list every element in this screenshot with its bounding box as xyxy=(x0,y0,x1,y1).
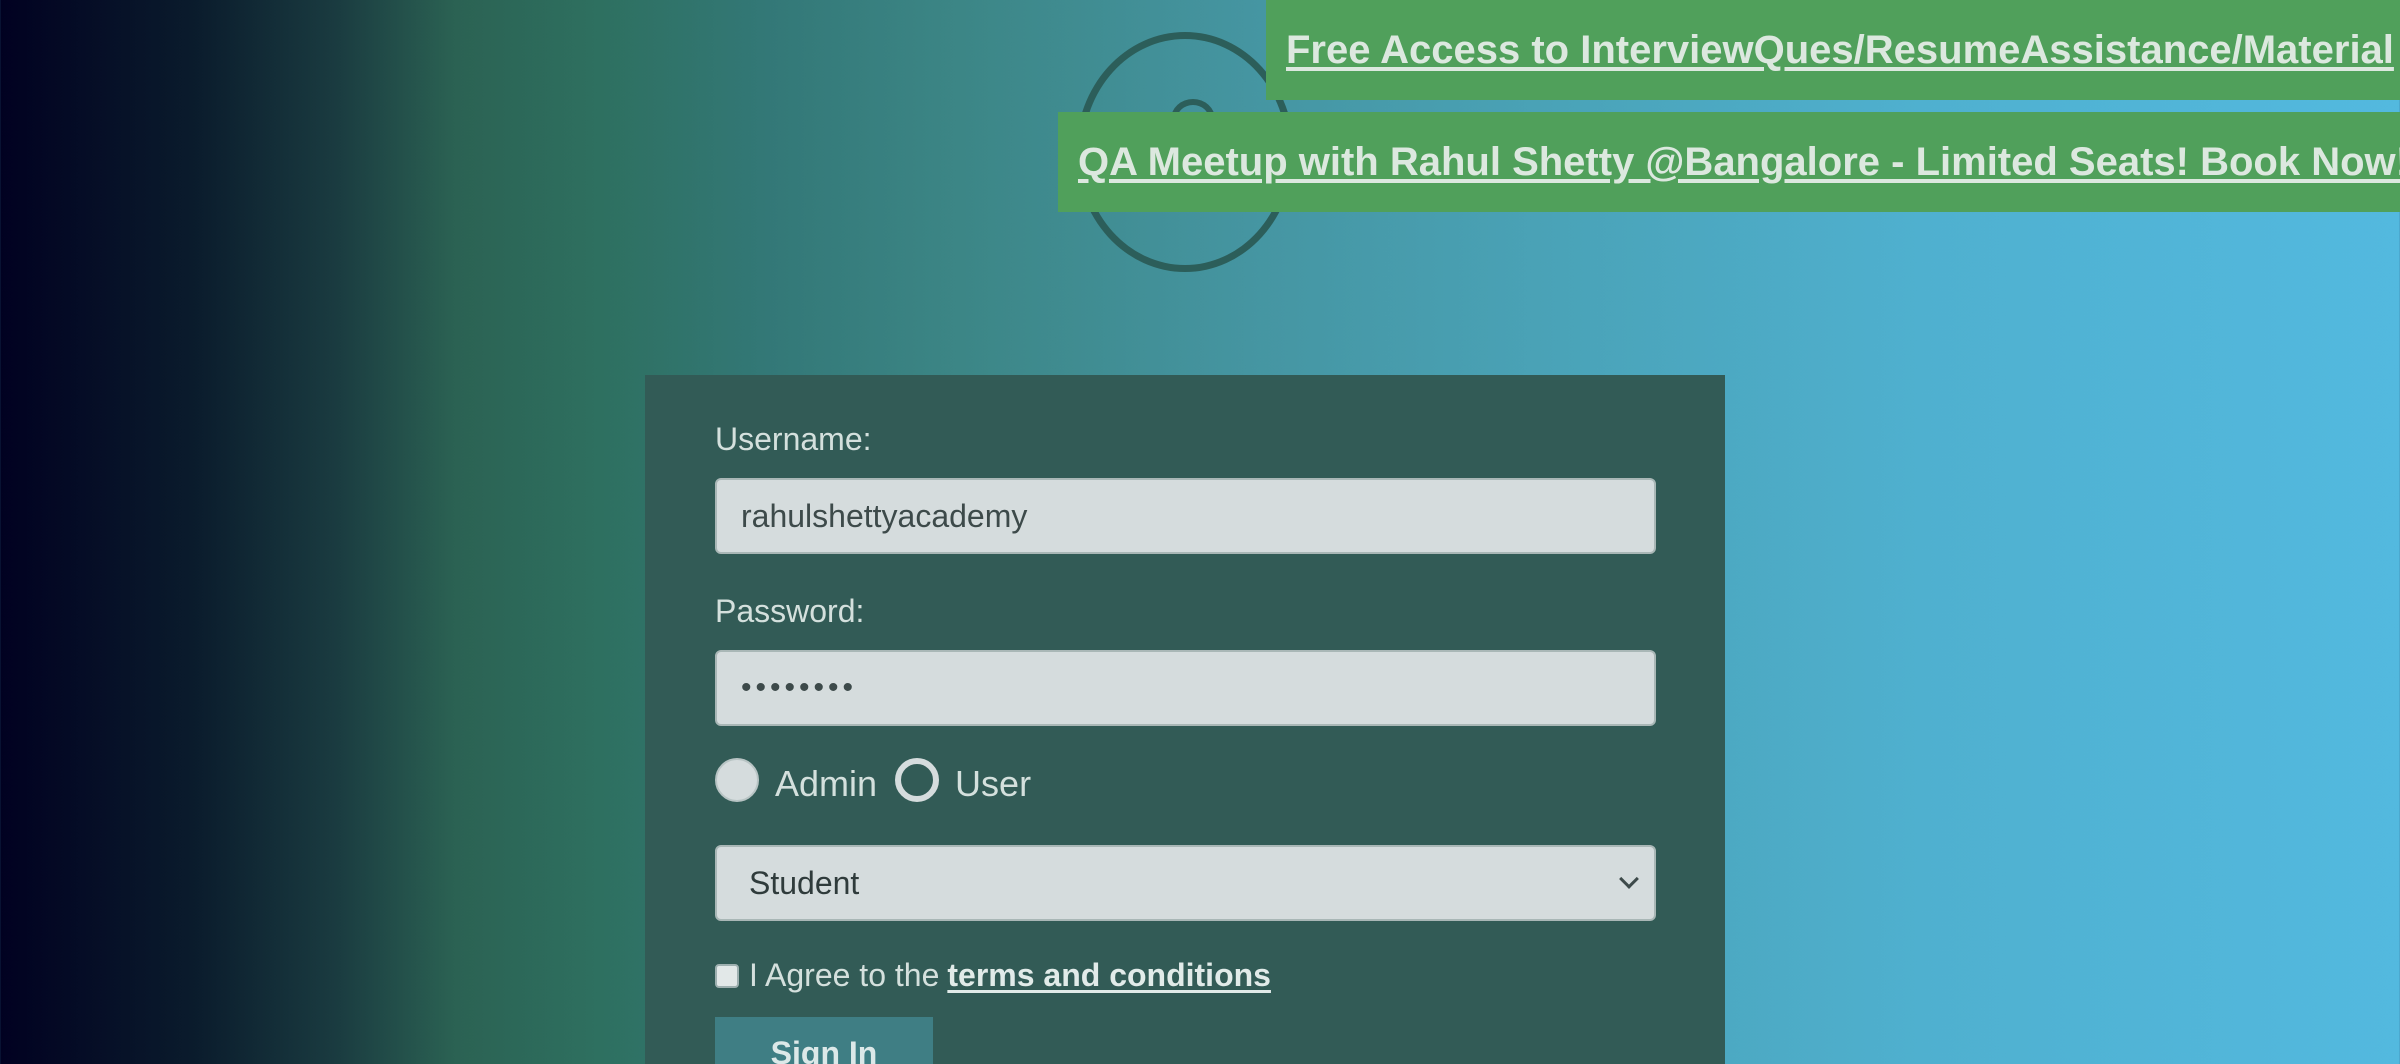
admin-radio-label: Admin xyxy=(775,763,878,804)
terms-checkbox[interactable] xyxy=(715,963,739,988)
admin-radio[interactable] xyxy=(715,758,759,802)
username-value: rahulshettyacademy xyxy=(741,497,1028,534)
sign-in-button[interactable]: Sign In xyxy=(715,1017,933,1064)
terms-prefix-text: I Agree to the xyxy=(749,957,940,993)
profile-select-value: Student xyxy=(749,864,860,901)
role-radio-group: Admin User xyxy=(715,758,1049,804)
terms-row: I Agree to the terms and conditions xyxy=(715,957,1271,994)
free-access-banner-link[interactable]: Free Access to InterviewQues/ResumeAssis… xyxy=(1266,0,2400,100)
free-access-banner-text: Free Access to InterviewQues/ResumeAssis… xyxy=(1286,27,2394,72)
password-input[interactable]: •••••••• xyxy=(715,650,1656,726)
user-radio-label: User xyxy=(955,763,1032,804)
profile-select[interactable]: Student xyxy=(715,845,1656,921)
qa-meetup-banner-link[interactable]: QA Meetup with Rahul Shetty @Bangalore -… xyxy=(1058,112,2400,212)
username-label: Username: xyxy=(715,421,872,457)
user-radio[interactable] xyxy=(895,758,940,802)
sign-in-label: Sign In xyxy=(770,1035,878,1064)
username-input[interactable]: rahulshettyacademy xyxy=(715,478,1656,554)
terms-link[interactable]: terms and conditions xyxy=(947,957,1271,994)
qa-meetup-banner-text: QA Meetup with Rahul Shetty @Bangalore -… xyxy=(1078,139,2400,184)
password-label: Password: xyxy=(715,593,865,629)
password-value: •••••••• xyxy=(741,671,858,704)
chevron-down-icon xyxy=(1619,869,1639,889)
login-form-panel: Username: rahulshettyacademy Password: •… xyxy=(645,375,1725,1064)
